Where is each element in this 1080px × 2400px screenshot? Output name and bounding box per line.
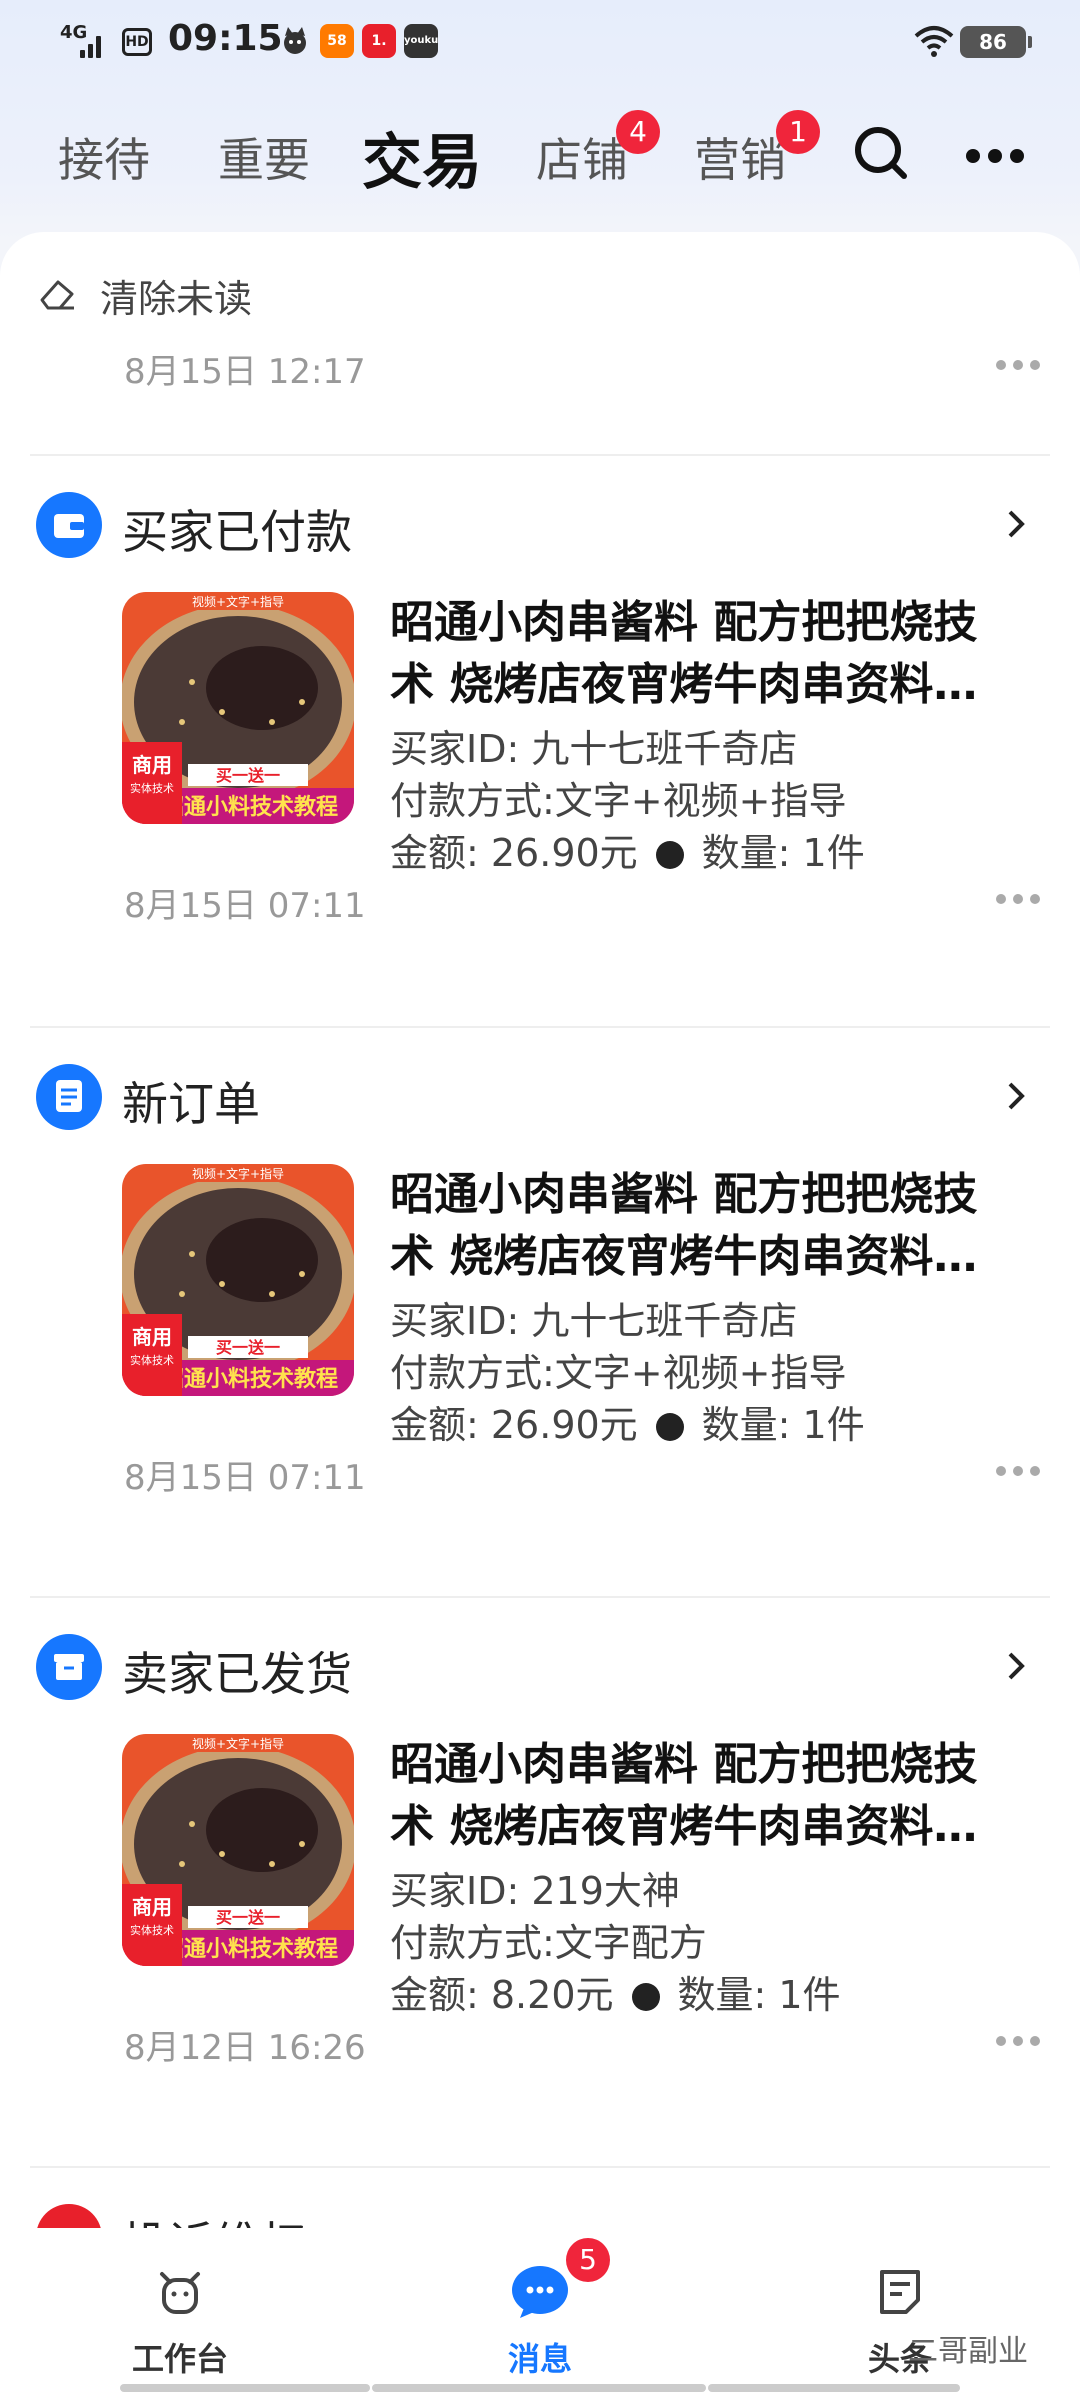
amount-row: 金额: 26.90元 数量: 1件 (390, 1394, 865, 1449)
svg-text:视频+文字+指导: 视频+文字+指导 (192, 1166, 284, 1181)
bullet-icon (655, 1413, 684, 1441)
quantity: 数量: 1件 (701, 1403, 865, 1447)
svg-text:昭通小料技术教程: 昭通小料技术教程 (162, 1936, 338, 1962)
message-card-complaint[interactable]: 投诉维权 (0, 2168, 1080, 2232)
gesture-bar (708, 2384, 960, 2392)
messages-badge: 5 (566, 2238, 610, 2282)
more-options-icon[interactable] (996, 1466, 1040, 1478)
product-thumbnail[interactable]: 视频+文字+指导 昭通小料技术教程 买一送一 商用 实体技术 (122, 1734, 354, 1966)
app-1-icon: 1. (362, 24, 396, 58)
bottom-nav: 工作台 消息 5 头条 (0, 2228, 1080, 2400)
gesture-bar (120, 2384, 370, 2392)
message-card-paid[interactable]: 买家已付款 视频+文字+指导 昭通小料技术教程 买一送一 商用 实体技术 昭通小… (0, 456, 1080, 976)
watermark: 二哥副业 (908, 2334, 1028, 2369)
more-options-icon[interactable] (996, 2036, 1040, 2048)
eraser-icon (40, 280, 74, 310)
amount-row: 金额: 26.90元 数量: 1件 (390, 822, 865, 877)
cow-icon (160, 2272, 200, 2314)
cat-app-icon (278, 24, 312, 58)
product-thumbnail[interactable]: 视频+文字+指导 昭通小料技术教程 买一送一 商用 实体技术 (122, 592, 354, 824)
svg-text:视频+文字+指导: 视频+文字+指导 (192, 594, 284, 609)
nav-label: 消息 (507, 2340, 572, 2378)
message-list: 清除未读 8月15日 12:17 买家已付款 视频+文字+指导 昭通小料技术教程… (0, 232, 1080, 2232)
clear-unread-label: 清除未读 (100, 277, 253, 321)
search-icon[interactable] (852, 124, 910, 182)
quantity: 数量: 1件 (677, 1973, 841, 2017)
more-icon[interactable] (966, 148, 1032, 167)
svg-text:实体技术: 实体技术 (130, 1923, 174, 1937)
buyer-id: 买家ID: 219大神 (390, 1869, 680, 1913)
bullet-icon (631, 1983, 660, 2011)
wifi-icon (914, 26, 954, 57)
chevron-right-icon[interactable] (996, 1646, 1036, 1686)
message-time: 8月15日 07:11 (124, 886, 366, 926)
signal-icon (80, 28, 102, 58)
svg-text:商用: 商用 (132, 1325, 172, 1349)
gesture-bar (372, 2384, 706, 2392)
message-type-label: 买家已付款 (122, 505, 352, 559)
svg-text:视频+文字+指导: 视频+文字+指导 (192, 1736, 284, 1751)
message-time: 8月12日 16:26 (124, 2028, 366, 2068)
message-type-label: 新订单 (122, 1077, 260, 1131)
wallet-icon (36, 492, 102, 558)
svg-text:昭通小料技术教程: 昭通小料技术教程 (162, 794, 338, 820)
message-time: 8月15日 07:11 (124, 1458, 366, 1498)
message-card-shipped[interactable]: 卖家已发货 视频+文字+指导 昭通小料技术教程 买一送一 商用 实体技术 昭通小… (0, 1598, 1080, 2118)
battery-indicator: 86 (960, 26, 1032, 58)
document-icon (880, 2270, 920, 2314)
tab-reception[interactable]: 接待 (58, 124, 150, 190)
svg-text:实体技术: 实体技术 (130, 781, 174, 795)
svg-text:昭通小料技术教程: 昭通小料技术教程 (162, 1366, 338, 1392)
message-card-new-order[interactable]: 新订单 视频+文字+指导 昭通小料技术教程 买一送一 商用 实体技术 昭通小肉串… (0, 1028, 1080, 1548)
nav-messages[interactable]: 消息 (420, 2264, 660, 2380)
shop-badge: 4 (616, 110, 660, 154)
tab-shop[interactable]: 店铺 (536, 124, 628, 190)
payment-method: 付款方式:文字+视频+指导 (390, 779, 847, 823)
tab-marketing[interactable]: 营销 (694, 124, 786, 190)
svg-text:实体技术: 实体技术 (130, 1353, 174, 1367)
top-tab-bar: 接待 重要 交易 店铺 4 营销 1 (0, 100, 1080, 210)
payment-method: 付款方式:文字配方 (390, 1921, 707, 1965)
youku-icon: youku (404, 24, 438, 58)
quantity: 数量: 1件 (701, 831, 865, 875)
svg-text:买一送一: 买一送一 (216, 1338, 280, 1357)
clock: 09:15 (168, 18, 283, 59)
tab-trade[interactable]: 交易 (362, 114, 482, 201)
amount-row: 金额: 8.20元 数量: 1件 (390, 1964, 841, 2019)
nav-workbench[interactable]: 工作台 (60, 2264, 300, 2380)
bullet-icon (655, 841, 684, 869)
message-type-label: 卖家已发货 (122, 1647, 352, 1701)
chevron-right-icon[interactable] (996, 1076, 1036, 1116)
product-title: 昭通小肉串酱料 配方把把烧技术 烧烤店夜宵烤牛肉串资料… (390, 1739, 978, 1852)
hd-icon: HD (122, 28, 152, 56)
svg-text:商用: 商用 (132, 753, 172, 777)
status-bar: 4G HD 09:15 58 1. youku 86 (0, 0, 1080, 84)
product-title: 昭通小肉串酱料 配方把把烧技术 烧烤店夜宵烤牛肉串资料… (390, 597, 978, 710)
product-title: 昭通小肉串酱料 配方把把烧技术 烧烤店夜宵烤牛肉串资料… (390, 1169, 978, 1282)
more-options-icon[interactable] (996, 894, 1040, 906)
product-thumbnail[interactable]: 视频+文字+指导 昭通小料技术教程 买一送一 商用 实体技术 (122, 1164, 354, 1396)
app-58-icon: 58 (320, 24, 354, 58)
amount: 金额: 8.20元 (390, 1973, 614, 2017)
buyer-id: 买家ID: 九十七班千奇店 (390, 727, 798, 771)
amount: 金额: 26.90元 (390, 831, 638, 875)
buyer-id: 买家ID: 九十七班千奇店 (390, 1299, 798, 1343)
more-options-icon[interactable] (996, 360, 1040, 372)
amount: 金额: 26.90元 (390, 1403, 638, 1447)
chat-bubble-icon (512, 2266, 568, 2318)
box-icon (36, 1634, 102, 1700)
nav-label: 工作台 (131, 2340, 228, 2378)
message-time: 8月15日 12:17 (124, 352, 366, 392)
payment-method: 付款方式:文字+视频+指导 (390, 1351, 847, 1395)
svg-text:买一送一: 买一送一 (216, 1908, 280, 1927)
svg-text:买一送一: 买一送一 (216, 766, 280, 785)
order-list-icon (36, 1064, 102, 1130)
tab-important[interactable]: 重要 (218, 124, 310, 190)
chevron-right-icon[interactable] (996, 504, 1036, 544)
marketing-badge: 1 (776, 110, 820, 154)
svg-text:商用: 商用 (132, 1895, 172, 1919)
